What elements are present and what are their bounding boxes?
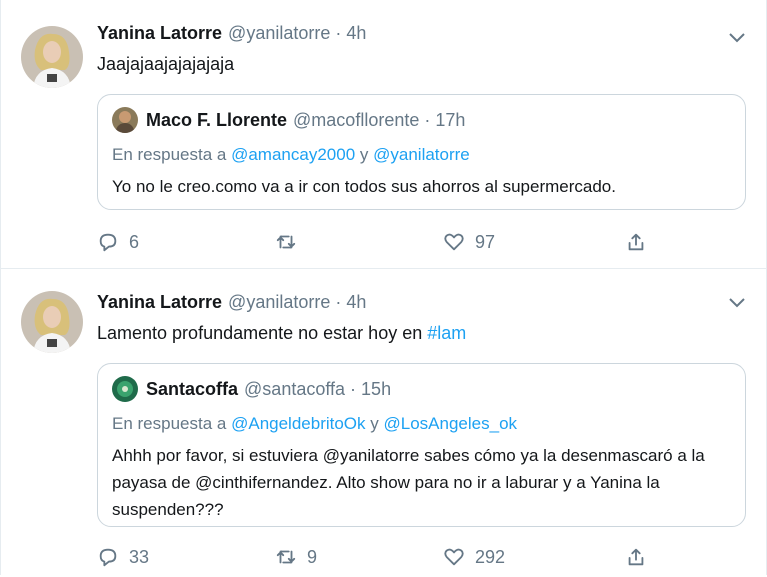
like-button[interactable]: 97: [443, 231, 625, 253]
quoted-tweet[interactable]: Santacoffa @santacoffa · 15h En respuest…: [97, 363, 746, 527]
hashtag-link[interactable]: #lam: [427, 323, 466, 343]
like-count: 292: [475, 546, 506, 567]
tweet-time[interactable]: 4h: [346, 22, 366, 44]
timeline: Yanina Latorre @yanilatorre · 4h Jaajaja…: [0, 0, 767, 575]
tweet-actions: 6 97: [97, 222, 746, 262]
quoted-tweet[interactable]: Maco F. Llorente @macofllorente · 17h En…: [97, 94, 746, 210]
tweet-text-body: Lamento profundamente no estar hoy en: [97, 323, 423, 343]
share-icon: [628, 548, 644, 566]
tweet-text: Jaajajaajajajajaja: [97, 54, 235, 74]
separator: ·: [335, 292, 342, 312]
quote-author-handle: @santacoffa: [244, 379, 346, 399]
mention[interactable]: @AngeldebritoOk: [231, 414, 365, 433]
author-name[interactable]: Yanina Latorre: [97, 22, 222, 44]
mention[interactable]: @yanilatorre: [373, 145, 470, 164]
quote-text: Ahhh por favor, si estuviera @yanilatorr…: [112, 446, 705, 519]
tweet[interactable]: Yanina Latorre @yanilatorre · 4h Jaajaja…: [1, 0, 766, 268]
author-handle[interactable]: @yanilatorre: [228, 22, 330, 44]
quote-author-handle: @macofllorente: [293, 110, 420, 130]
quote-text: Yo no le creo.como va a ir con todos sus…: [112, 177, 616, 196]
chevron-down-icon[interactable]: [728, 30, 746, 44]
avatar[interactable]: [21, 291, 83, 353]
retweet-count: 9: [307, 546, 318, 567]
quote-author-name: Santacoffa: [146, 379, 239, 399]
reply-count: 33: [129, 546, 150, 567]
share-icon: [628, 233, 644, 251]
mention[interactable]: @amancay2000: [231, 145, 355, 164]
like-icon: [444, 548, 464, 566]
retweet-icon: [276, 235, 296, 249]
quote-avatar: [112, 376, 138, 402]
reply-icon: [99, 548, 117, 567]
tweet-header: Yanina Latorre @yanilatorre · 4h: [97, 22, 746, 44]
reply-button[interactable]: 6: [97, 231, 275, 253]
like-button[interactable]: 292: [443, 546, 625, 568]
separator: ·: [424, 110, 431, 130]
quote-avatar: [112, 107, 138, 133]
retweet-button[interactable]: [275, 231, 443, 253]
mention[interactable]: @LosAngeles_ok: [384, 414, 518, 433]
share-button[interactable]: [625, 546, 657, 568]
reply-context: En respuesta a @amancay2000 y @yanilator…: [112, 144, 731, 166]
reply-prefix: En respuesta a: [112, 414, 227, 433]
reply-context: En respuesta a @AngeldebritoOk y @LosAng…: [112, 413, 731, 435]
quote-author-name: Maco F. Llorente: [146, 110, 288, 130]
reply-conjunction: y: [370, 414, 379, 433]
retweet-icon: [276, 550, 296, 564]
quote-time: 17h: [435, 110, 466, 130]
tweet-time[interactable]: 4h: [346, 291, 366, 313]
tweet-header: Yanina Latorre @yanilatorre · 4h: [97, 291, 746, 313]
separator: ·: [335, 23, 342, 43]
quote-time: 15h: [361, 379, 392, 399]
author-handle[interactable]: @yanilatorre: [228, 291, 330, 313]
share-button[interactable]: [625, 231, 657, 253]
reply-icon: [99, 233, 117, 252]
reply-button[interactable]: 33: [97, 546, 275, 568]
retweet-button[interactable]: 9: [275, 546, 443, 568]
tweet-actions: 33 9 292: [97, 537, 746, 577]
avatar[interactable]: [21, 26, 83, 88]
chevron-down-icon[interactable]: [728, 295, 746, 309]
reply-conjunction: y: [359, 145, 369, 164]
like-icon: [444, 233, 464, 251]
separator: ·: [350, 379, 357, 399]
like-count: 97: [475, 231, 496, 252]
author-name[interactable]: Yanina Latorre: [97, 291, 222, 313]
reply-prefix: En respuesta a: [112, 145, 227, 164]
reply-count: 6: [129, 231, 140, 252]
tweet[interactable]: Yanina Latorre @yanilatorre · 4h Lamento…: [1, 268, 766, 575]
tweet-text: Lamento profundamente no estar hoy en #l…: [97, 321, 746, 345]
